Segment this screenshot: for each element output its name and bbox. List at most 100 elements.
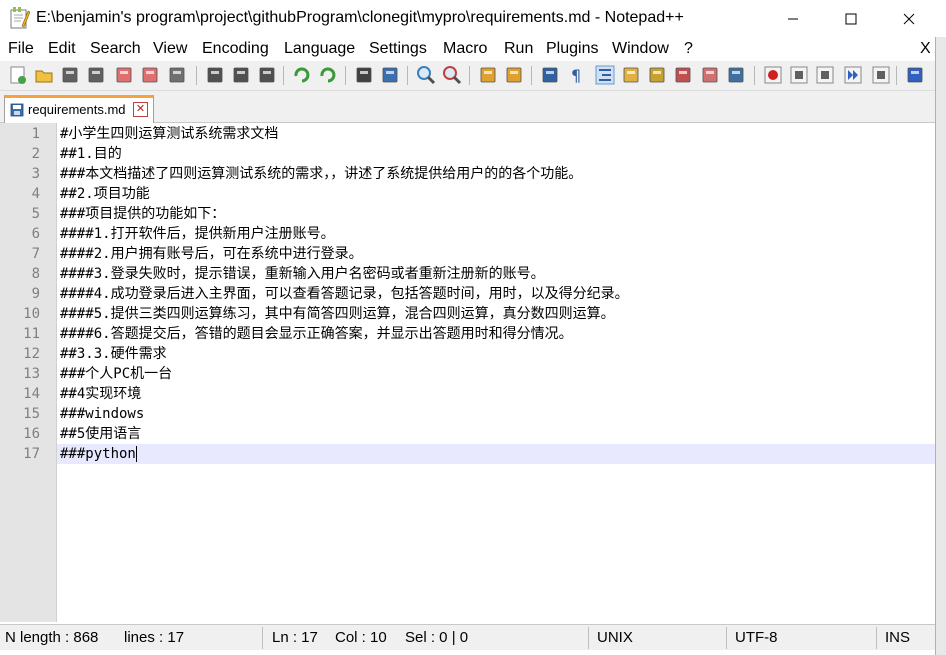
toolbar-separator [407,66,408,85]
close-document-button[interactable]: X [920,40,931,58]
code-line-text: ###本文档描述了四则运算测试系统的需求，，讲述了系统提供给用户的的各个功能。 [60,166,583,182]
code-line[interactable]: ##3.3.硬件需求 [57,344,935,364]
code-line[interactable]: ###个人PC机一台 [57,364,935,384]
show-all-chars-icon[interactable]: ¶ [566,65,586,85]
code-line[interactable]: ###python [57,444,935,464]
menu-language[interactable]: Language [284,40,355,58]
code-line-text: ####4.成功登录后进入主界面，可以查看答题记录，包括答题时间，用时，以及得分… [60,286,629,302]
status-divider [726,627,727,649]
doc-map-icon[interactable] [621,65,641,85]
editor[interactable]: 1 2 3 4 5 6 7 8 9 10 11 12 13 14 15 16 17 #小学生四则运算测试系统需求… [0,123,935,622]
code-line[interactable]: ####3.登录失败时，提示错误，重新输入用户名密码或者重新注册新的账号。 [57,264,935,284]
spell-check-icon[interactable] [905,65,925,85]
open-file-icon[interactable] [34,65,54,85]
save-icon[interactable] [60,65,80,85]
code-line[interactable]: ##4实现环境 [57,384,935,404]
menu-settings[interactable]: Settings [369,40,427,58]
code-line[interactable]: ###本文档描述了四则运算测试系统的需求，，讲述了系统提供给用户的的各个功能。 [57,164,935,184]
line-number-row: 16 [0,424,56,444]
close-icon[interactable] [114,65,134,85]
close-icon [903,13,915,24]
run-macro-multiple-icon[interactable] [843,65,863,85]
word-wrap-icon[interactable] [540,65,560,85]
cut-icon[interactable] [205,65,225,85]
status-encoding[interactable]: UTF-8 [735,629,778,646]
zoom-out-icon[interactable] [442,65,462,85]
code-line[interactable]: ###windows [57,404,935,424]
status-ln: Ln : 17 [272,629,318,646]
save-macro-icon[interactable] [871,65,891,85]
menu-view[interactable]: View [153,40,187,58]
tab-label: requirements.md [28,102,126,117]
notepadpp-icon [10,7,30,29]
new-file-icon[interactable] [8,65,28,85]
code-line[interactable]: ##2.项目功能 [57,184,935,204]
menu-encoding[interactable]: Encoding [202,40,269,58]
indent-guide-icon[interactable] [595,65,615,85]
code-line[interactable]: ####1.打开软件后，提供新用户注册账号。 [57,224,935,244]
menu-search[interactable]: Search [90,40,141,58]
menu-edit[interactable]: Edit [48,40,76,58]
code-line[interactable]: ###项目提供的功能如下： [57,204,935,224]
menu-run[interactable]: Run [504,40,533,58]
title-bar: E:\benjamin's program\project\githubProg… [0,0,946,37]
paste-icon[interactable] [257,65,277,85]
code-line[interactable]: ####4.成功登录后进入主界面，可以查看答题记录，包括答题时间，用时，以及得分… [57,284,935,304]
code-line[interactable]: #小学生四则运算测试系统需求文档 [57,124,935,144]
text-area[interactable]: #小学生四则运算测试系统需求文档 ##1.目的 ###本文档描述了四则运算测试系统的… [57,123,935,622]
record-macro-icon[interactable] [763,65,783,85]
menu-help[interactable]: ? [684,40,693,58]
code-line[interactable]: ####2.用户拥有账号后，可在系统中进行登录。 [57,244,935,264]
close-window-button[interactable] [880,0,938,37]
replace-icon[interactable] [380,65,400,85]
line-number: 17 [23,446,40,462]
copy-icon[interactable] [231,65,251,85]
code-line[interactable]: ####6.答题提交后，答错的题目会显示正确答案，并显示出答题用时和得分情况。 [57,324,935,344]
status-mode[interactable]: INS [885,629,910,646]
line-number-gutter: 1 2 3 4 5 6 7 8 9 10 11 12 13 14 15 16 17 [0,123,57,622]
doc-list-icon[interactable] [700,65,720,85]
menu-window[interactable]: Window [612,40,669,58]
play-macro-icon[interactable] [815,65,835,85]
stop-record-icon[interactable] [789,65,809,85]
line-number: 5 [31,206,40,222]
code-line-text: ####2.用户拥有账号后，可在系统中进行登录。 [60,246,363,262]
minimize-button[interactable] [764,0,822,37]
close-all-icon[interactable] [140,65,160,85]
code-line-text: ####5.提供三类四则运算练习，其中有简答四则运算，混合四则运算，真分数四则运… [60,306,615,322]
monitoring-icon[interactable] [726,65,746,85]
undo-icon[interactable] [292,65,312,85]
code-line-text: ###个人PC机一台 [60,366,173,382]
code-line[interactable]: ##1.目的 [57,144,935,164]
line-number: 13 [23,366,40,382]
status-eol[interactable]: UNIX [597,629,633,646]
line-number: 2 [31,146,40,162]
menu-bar: File Edit Search View Encoding Language … [0,37,946,61]
menu-macro[interactable]: Macro [443,40,487,58]
find-icon[interactable] [354,65,374,85]
folder-workspace-icon[interactable] [673,65,693,85]
toolbar-separator [754,66,755,85]
line-number: 12 [23,346,40,362]
print-icon[interactable] [167,65,187,85]
menu-file[interactable]: File [8,40,34,58]
code-line[interactable]: ##5使用语言 [57,424,935,444]
code-line[interactable]: ####5.提供三类四则运算练习，其中有简答四则运算，混合四则运算，真分数四则运… [57,304,935,324]
menu-plugins[interactable]: Plugins [546,40,598,58]
line-number-row: 8 [0,264,56,284]
tab-requirements-md[interactable]: requirements.md ✕ [4,95,154,123]
function-list-icon[interactable] [647,65,667,85]
status-divider [262,627,263,649]
line-number: 6 [31,226,40,242]
sync-horizontal-icon[interactable] [504,65,524,85]
redo-icon[interactable] [318,65,338,85]
code-line-text: ##5使用语言 [60,426,142,442]
line-number-row: 5 [0,204,56,224]
code-line-text: ###windows [60,406,145,422]
sync-vertical-icon[interactable] [478,65,498,85]
tab-close-button[interactable]: ✕ [133,102,148,117]
save-all-icon[interactable] [86,65,106,85]
line-number: 7 [31,246,40,262]
zoom-in-icon[interactable] [416,65,436,85]
maximize-button[interactable] [822,0,880,37]
